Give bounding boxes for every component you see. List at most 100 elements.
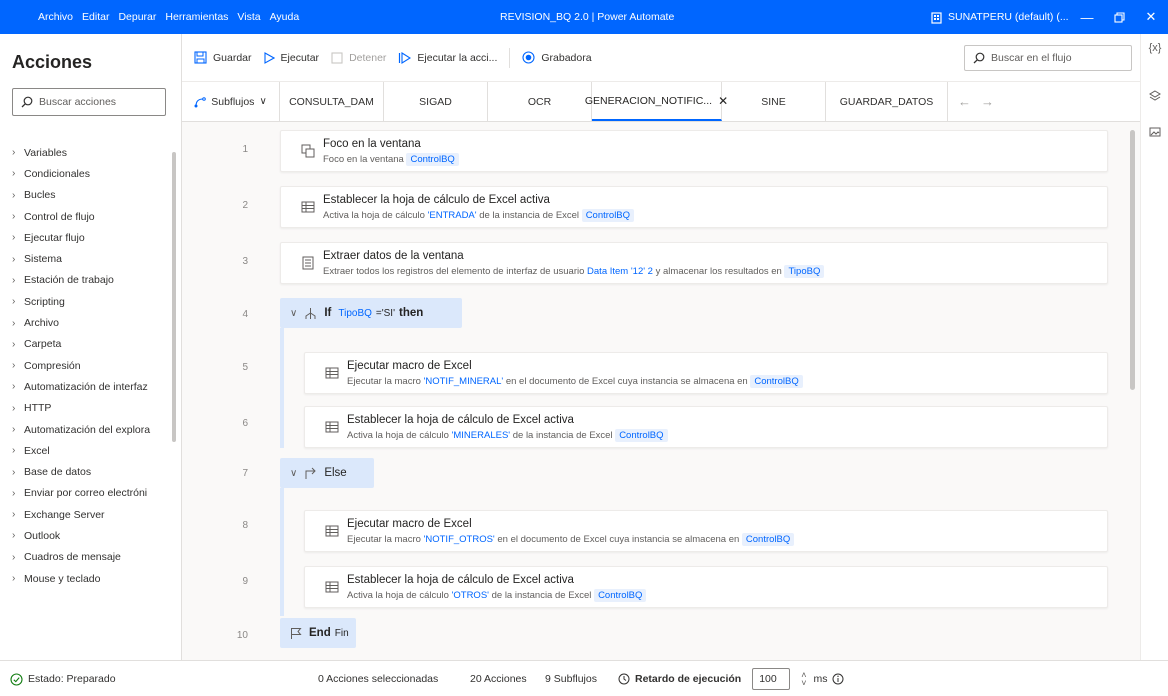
chevron-right-icon: ›: [12, 317, 16, 329]
if-block-rail: [280, 328, 284, 448]
delay-input[interactable]: 100: [752, 668, 791, 690]
status-bar: Estado: Preparado 0 Acciones seleccionad…: [0, 660, 1168, 696]
tab-ocr[interactable]: OCR: [488, 82, 592, 121]
stop-button[interactable]: Detener: [331, 52, 386, 64]
tab-generacion-notificacion[interactable]: GENERACION_NOTIFIC... ✕: [585, 82, 728, 121]
actions-search-input[interactable]: Buscar acciones: [12, 88, 166, 116]
line-gutter: 1 2 3 4 5 6 7 8 9 10: [182, 122, 268, 660]
image-icon[interactable]: [1141, 126, 1168, 141]
variable-chip: ControlBQ: [741, 533, 795, 546]
category-excel[interactable]: › Excel: [0, 440, 172, 461]
category-control-de-flujo[interactable]: › Control de flujo: [0, 206, 172, 227]
spinner-icon[interactable]: ˄ ˅: [801, 671, 806, 688]
close-icon[interactable]: ✕: [1136, 0, 1166, 34]
line-number: 10: [236, 630, 248, 641]
action-description: Activa la hoja de cálculo 'ENTRADA' de l…: [323, 209, 635, 222]
menu-ayuda[interactable]: Ayuda: [270, 11, 300, 23]
else-branch-icon: [305, 467, 317, 479]
end-block[interactable]: End Fin: [280, 618, 356, 648]
line-number: 8: [242, 520, 248, 531]
line-number: 6: [242, 418, 248, 429]
chevron-right-icon: ›: [12, 509, 16, 521]
tab-consulta-dam[interactable]: CONSULTA_DAM: [280, 82, 384, 121]
action-run-excel-macro[interactable]: Ejecutar macro de Excel Ejecutar la macr…: [304, 510, 1108, 552]
action-description: Activa la hoja de cálculo 'OTROS' de la …: [347, 589, 647, 602]
category-carpeta[interactable]: › Carpeta: [0, 334, 172, 355]
category-sistema[interactable]: › Sistema: [0, 248, 172, 269]
menu-archivo[interactable]: Archivo: [38, 11, 73, 23]
minimize-icon[interactable]: —: [1072, 0, 1102, 34]
chevron-right-icon: ›: [12, 424, 16, 435]
actions-scrollbar[interactable]: [172, 152, 176, 442]
subflows-dropdown[interactable]: Subflujos ∨: [182, 82, 280, 121]
category-base-de-datos[interactable]: › Base de datos: [0, 461, 172, 482]
arrow-left-icon[interactable]: ←: [958, 94, 971, 109]
if-block-header[interactable]: ∨ If TipoBQ ='SI' then: [280, 298, 462, 328]
extract-data-icon: [302, 256, 314, 270]
category-condicionales[interactable]: › Condicionales: [0, 163, 172, 184]
category-http[interactable]: › HTTP: [0, 398, 172, 419]
flow-search-input[interactable]: Buscar en el flujo: [964, 45, 1132, 71]
editor-scrollbar[interactable]: [1130, 130, 1135, 390]
recorder-button[interactable]: Grabadora: [522, 51, 592, 64]
chevron-right-icon: ›: [12, 573, 16, 585]
category-cuadros-de-mensaje[interactable]: › Cuadros de mensaje: [0, 547, 172, 568]
tab-guardar-datos[interactable]: GUARDAR_DATOS: [826, 82, 948, 121]
save-icon: [194, 51, 207, 64]
flag-icon: [291, 627, 302, 639]
variable-chip: ControlBQ: [615, 429, 668, 442]
chevron-right-icon: ›: [12, 445, 16, 457]
toolbar: Guardar Ejecutar Detener Ejecutar la acc…: [182, 34, 1168, 82]
building-icon: [931, 11, 942, 24]
action-set-excel-sheet[interactable]: Establecer la hoja de cálculo de Excel a…: [304, 566, 1108, 608]
menu-vista[interactable]: Vista: [237, 11, 260, 23]
category-exchange-server[interactable]: › Exchange Server: [0, 504, 172, 525]
category-automatizacion-interfaz[interactable]: › Automatización de interfaz: [0, 376, 172, 397]
category-automatizacion-explorador[interactable]: › Automatización del explora: [0, 419, 172, 440]
line-number: 4: [242, 309, 248, 320]
account-name: SUNATPERU (default) (...: [948, 11, 1069, 23]
tab-sine[interactable]: SINE: [722, 82, 826, 121]
menu-depurar[interactable]: Depurar: [118, 11, 156, 23]
excel-sheet-icon: [325, 525, 339, 537]
action-run-excel-macro[interactable]: Ejecutar macro de Excel Ejecutar la macr…: [304, 352, 1108, 394]
category-compresion[interactable]: › Compresión: [0, 355, 172, 376]
save-button[interactable]: Guardar: [194, 51, 252, 64]
layers-icon[interactable]: [1141, 90, 1168, 105]
menu-herramientas[interactable]: Herramientas: [165, 11, 228, 23]
excel-sheet-icon: [325, 581, 339, 593]
category-scripting[interactable]: › Scripting: [0, 291, 172, 312]
category-bucles[interactable]: › Bucles: [0, 185, 172, 206]
action-description: Activa la hoja de cálculo 'MINERALES' de…: [347, 429, 668, 442]
chevron-right-icon: ›: [12, 466, 16, 478]
category-mouse-y-teclado[interactable]: › Mouse y teclado: [0, 568, 172, 589]
variables-icon[interactable]: {x}: [1141, 42, 1168, 54]
action-focus-window[interactable]: Foco en la ventana Foco en la ventana Co…: [280, 130, 1108, 172]
category-outlook[interactable]: › Outlook: [0, 525, 172, 546]
tab-sigad[interactable]: SIGAD: [384, 82, 488, 121]
action-set-excel-sheet[interactable]: Establecer la hoja de cálculo de Excel a…: [280, 186, 1108, 228]
run-action-button[interactable]: Ejecutar la acci...: [398, 52, 497, 64]
run-button[interactable]: Ejecutar: [263, 51, 319, 64]
subflow-tabs: Subflujos ∨ CONSULTA_DAM SIGAD OCR GENER…: [182, 82, 1140, 122]
clock-icon: [618, 673, 630, 685]
action-extract-window-data[interactable]: Extraer datos de la ventana Extraer todo…: [280, 242, 1108, 284]
action-set-excel-sheet[interactable]: Establecer la hoja de cálculo de Excel a…: [304, 406, 1108, 448]
else-block-header[interactable]: ∨ Else: [280, 458, 374, 488]
account-switcher[interactable]: SUNATPERU (default) (...: [930, 0, 1069, 34]
category-enviar-correo[interactable]: › Enviar por correo electróni: [0, 483, 172, 504]
category-estacion-de-trabajo[interactable]: › Estación de trabajo: [0, 270, 172, 291]
play-icon: [263, 51, 275, 64]
category-variables[interactable]: › Variables: [0, 142, 172, 163]
info-icon[interactable]: [832, 673, 844, 685]
arrow-right-icon[interactable]: →: [981, 94, 994, 109]
variable-chip: ControlBQ: [594, 589, 647, 602]
category-archivo[interactable]: › Archivo: [0, 312, 172, 333]
chevron-down-icon[interactable]: ∨: [290, 308, 297, 319]
category-ejecutar-flujo[interactable]: › Ejecutar flujo: [0, 227, 172, 248]
line-number: 5: [242, 362, 248, 373]
restore-icon[interactable]: [1104, 0, 1134, 34]
chevron-down-icon[interactable]: ∨: [290, 468, 297, 479]
menu-editar[interactable]: Editar: [82, 11, 109, 23]
action-title: Ejecutar macro de Excel: [347, 360, 472, 372]
